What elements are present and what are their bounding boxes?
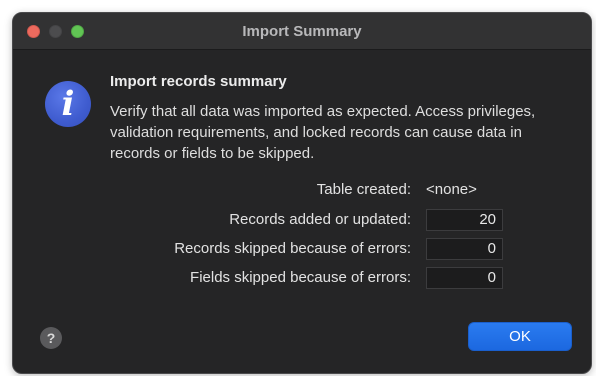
window-title: Import Summary <box>242 23 362 40</box>
records-skipped-value: 0 <box>426 238 503 260</box>
info-icon-glyph: i <box>61 84 75 124</box>
help-button[interactable]: ? <box>40 327 62 349</box>
import-summary-dialog: Import Summary i Import records summary … <box>12 12 592 374</box>
table-created-label: Table created: <box>316 181 411 198</box>
info-icon: i <box>45 81 91 127</box>
fields-skipped-label: Fields skipped because of errors: <box>190 269 411 286</box>
records-added-label: Records added or updated: <box>229 211 411 228</box>
title-bar[interactable]: Import Summary <box>13 13 591 50</box>
records-skipped-label: Records skipped because of errors: <box>174 240 411 257</box>
dialog-message: Verify that all data was imported as exp… <box>110 103 536 162</box>
records-added-value: 20 <box>426 209 503 231</box>
dialog-heading: Import records summary <box>110 73 287 90</box>
ok-button[interactable]: OK <box>468 322 572 351</box>
table-created-value: <none> <box>426 181 477 198</box>
fields-skipped-value: 0 <box>426 267 503 289</box>
